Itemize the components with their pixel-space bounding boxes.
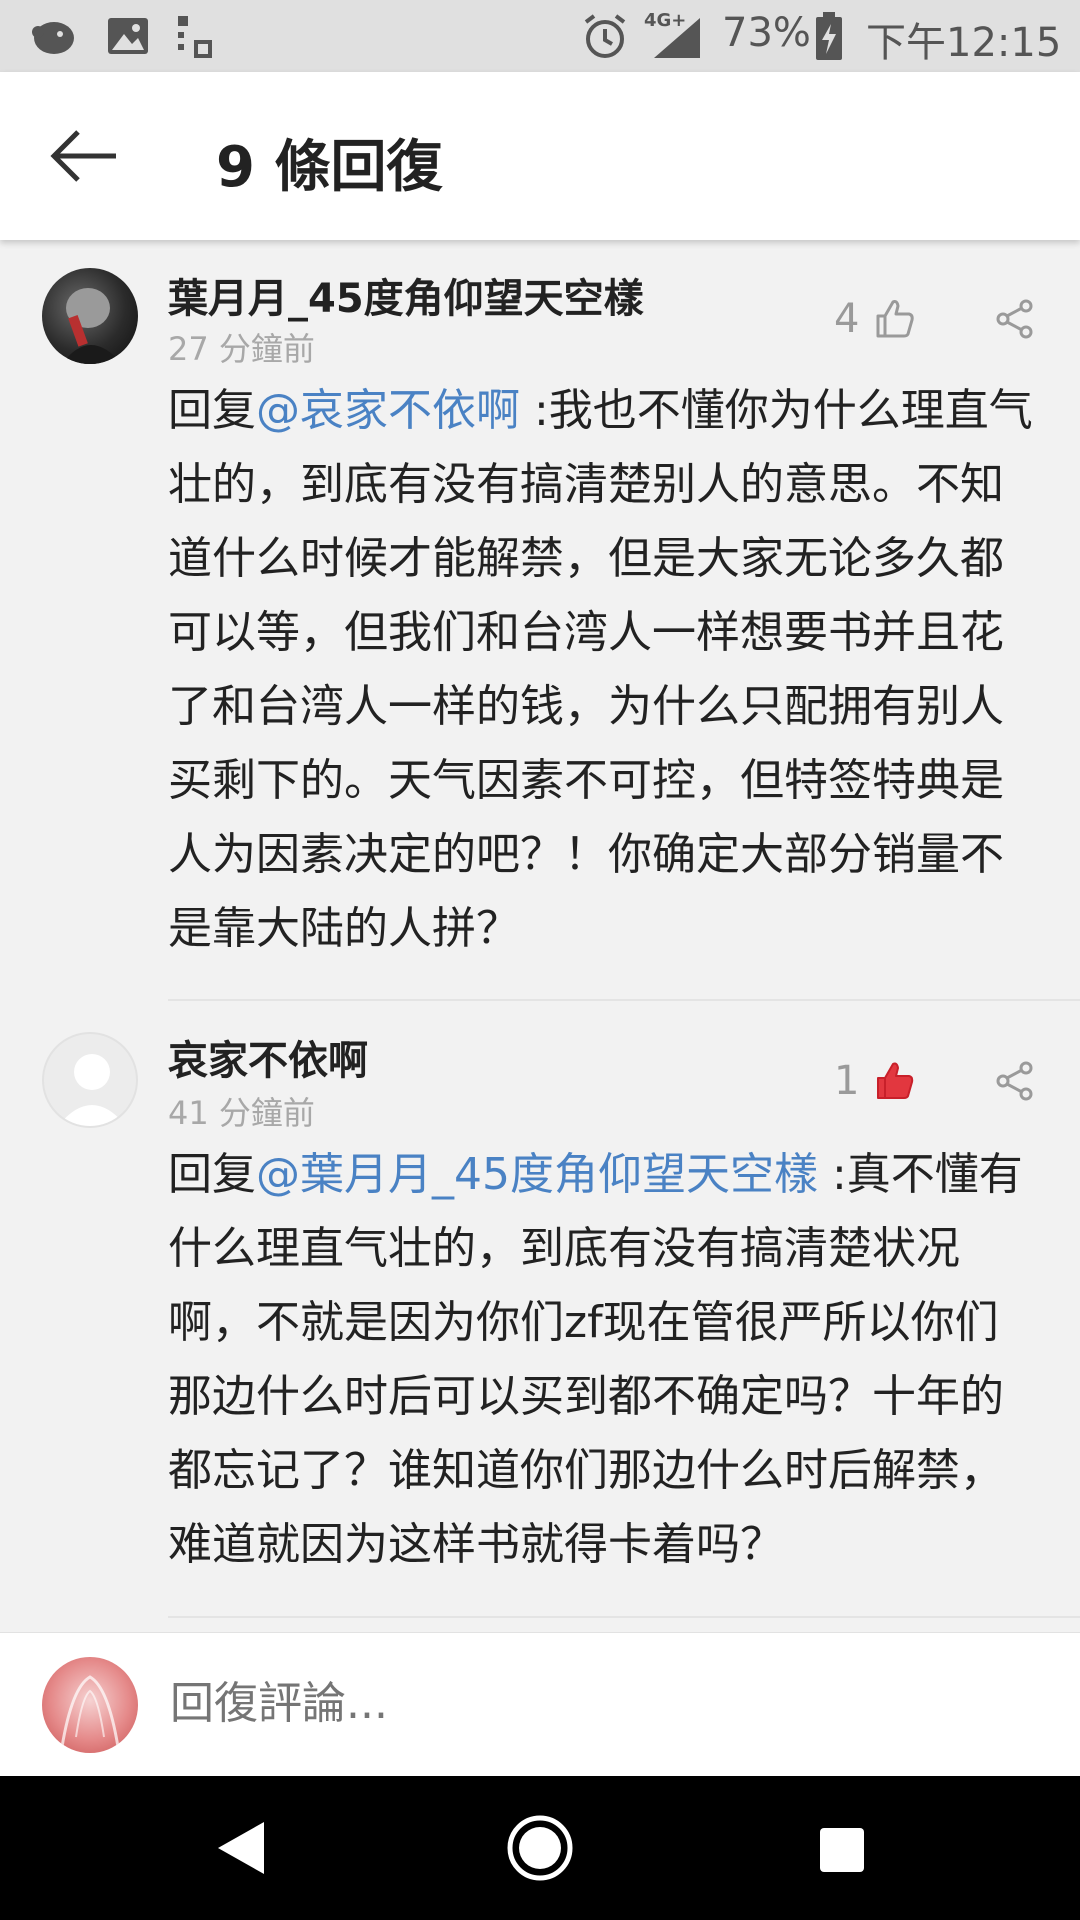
mention-link[interactable]: @哀家不依啊 bbox=[256, 385, 520, 436]
reply-prefix: 回复 bbox=[168, 385, 256, 436]
thumbs-up-filled-icon[interactable] bbox=[872, 1058, 916, 1102]
comment-body: 回复@哀家不依啊 :我也不懂你为什么理直气壮的，到底有没有搞清楚别人的意思。不知… bbox=[168, 374, 1040, 966]
header: 9 條回復 bbox=[0, 72, 1080, 240]
comment-text: :真不懂有什么理直气壮的，到底有没有搞清楚状况啊，不就是因为你们zf现在管很严所… bbox=[168, 1149, 1023, 1570]
avatar-image bbox=[60, 1675, 120, 1748]
thumbs-up-icon[interactable] bbox=[872, 296, 916, 340]
page-title: 9 條回復 bbox=[216, 135, 443, 200]
alarm-icon bbox=[584, 14, 626, 58]
battery-charging-icon bbox=[816, 12, 842, 60]
comment-timestamp: 27 分鐘前 bbox=[168, 330, 315, 368]
navigation-bar bbox=[0, 1776, 1080, 1920]
like-count: 4 bbox=[834, 296, 860, 342]
comment-timestamp: 41 分鐘前 bbox=[168, 1094, 315, 1132]
reply-bar bbox=[0, 1632, 1080, 1777]
comment-username[interactable]: 葉月月_45度角仰望天空樣 bbox=[168, 266, 644, 324]
divider bbox=[168, 999, 1080, 1001]
home-circle-icon[interactable] bbox=[504, 1812, 576, 1884]
avatar[interactable] bbox=[42, 268, 138, 364]
avatar[interactable] bbox=[42, 1032, 138, 1128]
clock: 下午12:15 bbox=[866, 20, 1062, 66]
arrow-left-icon[interactable] bbox=[40, 116, 130, 196]
status-bar: 4G+ 73% 下午12:15 bbox=[0, 0, 1080, 72]
reply-input[interactable] bbox=[168, 1677, 1052, 1730]
recents-square-icon[interactable] bbox=[804, 1812, 876, 1884]
image-notification-icon bbox=[108, 18, 148, 54]
reply-prefix: 回复 bbox=[168, 1149, 256, 1200]
comment-item: 葉月月_45度角仰望天空樣 27 分鐘前 4 回复@哀家不依啊 :我也不懂你为什… bbox=[0, 240, 1080, 1001]
share-icon[interactable] bbox=[994, 298, 1036, 340]
comment-body: 回复@葉月月_45度角仰望天空樣 :真不懂有什么理直气壮的，到底有没有搞清楚状况… bbox=[168, 1138, 1040, 1582]
battery-percent: 73% bbox=[722, 10, 811, 56]
notification-app-icon bbox=[32, 22, 74, 54]
divider bbox=[168, 1616, 1080, 1618]
mention-link[interactable]: @葉月月_45度角仰望天空樣 bbox=[256, 1149, 818, 1200]
like-count: 1 bbox=[834, 1058, 860, 1104]
comment-username[interactable]: 哀家不依啊 bbox=[168, 1028, 368, 1086]
comment-item: 哀家不依啊 41 分鐘前 1 回复@葉月月_45度角仰望天空樣 :真不懂有什么理… bbox=[0, 1002, 1080, 1622]
share-icon[interactable] bbox=[994, 1060, 1036, 1102]
back-triangle-icon[interactable] bbox=[206, 1812, 278, 1884]
screenshot-notification-icon bbox=[178, 16, 212, 58]
avatar bbox=[42, 1657, 138, 1753]
avatar-image bbox=[62, 288, 122, 364]
default-avatar-icon bbox=[58, 1054, 126, 1126]
signal-icon bbox=[654, 18, 700, 58]
comment-text: :我也不懂你为什么理直气壮的，到底有没有搞清楚别人的意思。不知道什么时候才能解禁… bbox=[168, 385, 1033, 954]
